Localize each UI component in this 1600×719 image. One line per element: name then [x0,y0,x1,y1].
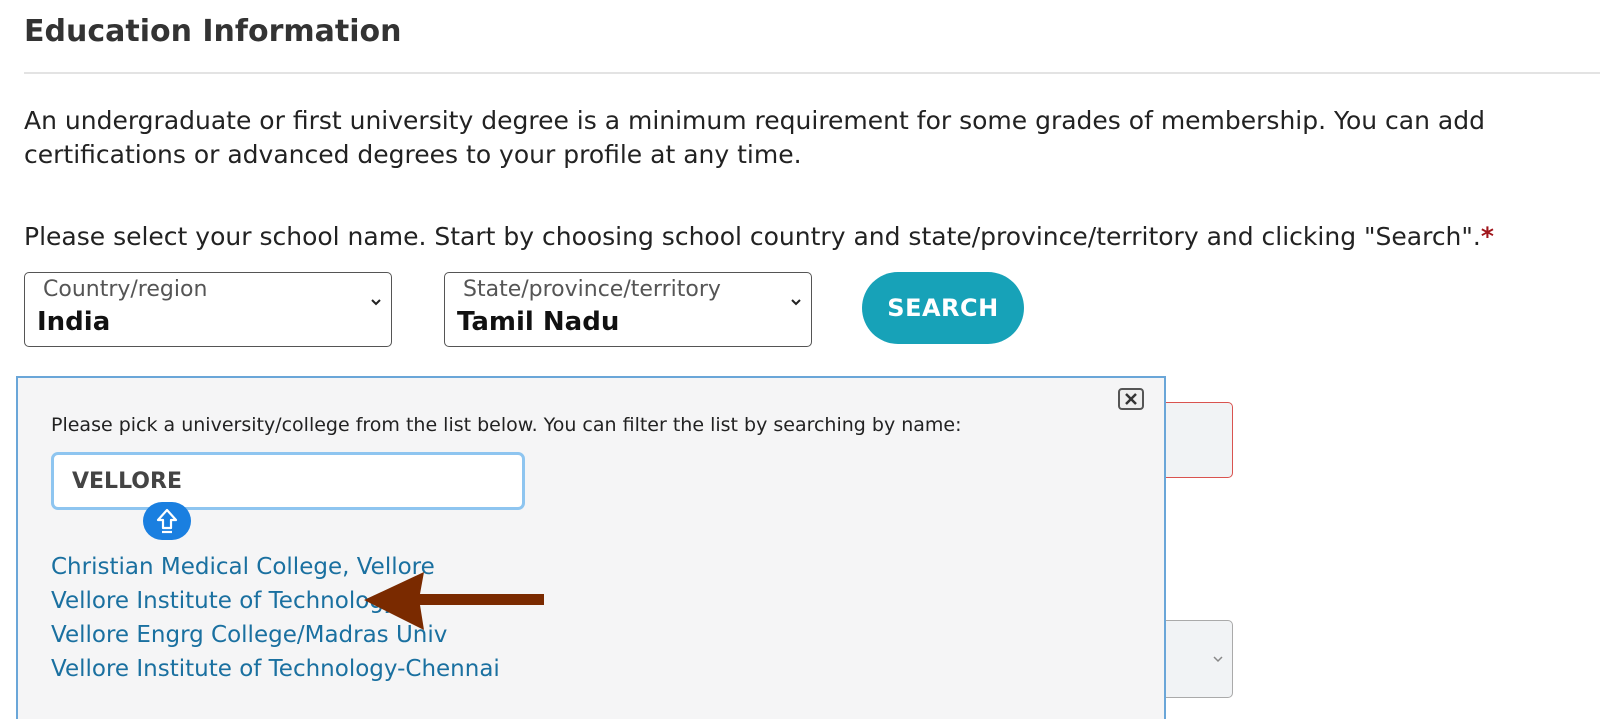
state-select-label: State/province/territory [463,277,721,302]
chevron-down-icon [1213,656,1223,663]
state-select[interactable]: State/province/territory Tamil Nadu [444,272,812,347]
country-select[interactable]: Country/region India [24,272,392,347]
chevron-down-icon [791,299,801,306]
close-icon[interactable] [1118,388,1144,410]
arrow-left-icon [364,572,544,630]
university-result-item[interactable]: Vellore Institute of Technology-Chennai [51,652,500,686]
instruction-text: Please select your school name. Start by… [24,220,1494,254]
chevron-down-icon [371,299,381,306]
popup-prompt: Please pick a university/college from th… [51,414,962,436]
state-select-value: Tamil Nadu [457,307,620,337]
instruction-label: Please select your school name. Start by… [24,222,1481,251]
university-filter-input[interactable] [51,452,525,510]
shift-arrow-icon [143,502,191,540]
country-select-label: Country/region [43,277,208,302]
education-page: Education Information An undergraduate o… [0,0,1600,719]
section-divider [24,72,1600,74]
required-marker: * [1480,222,1494,251]
search-button[interactable]: SEARCH [862,272,1024,344]
section-title: Education Information [24,14,402,49]
intro-text: An undergraduate or first university deg… [24,106,1485,169]
country-select-value: India [37,307,111,337]
university-picker-popup: Please pick a university/college from th… [16,376,1166,719]
